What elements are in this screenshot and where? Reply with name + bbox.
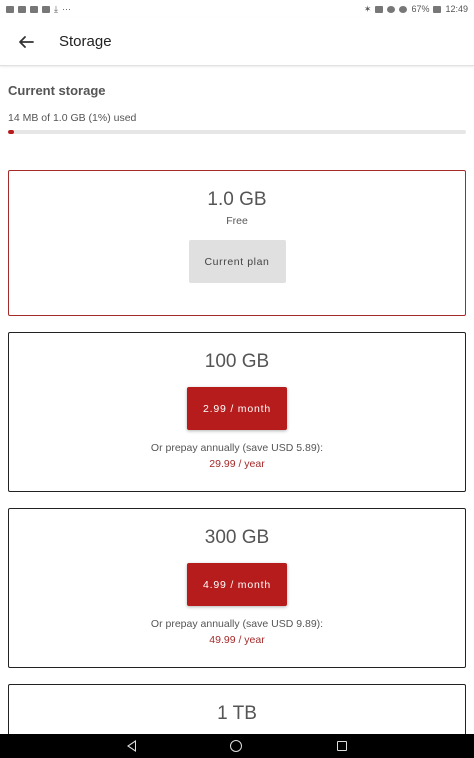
page-title: Storage — [59, 33, 112, 50]
current-plan-button[interactable]: Current plan — [188, 240, 286, 283]
current-storage-heading: Current storage — [8, 83, 106, 98]
storage-usage-text: 14 MB of 1.0 GB (1%) used — [8, 112, 137, 124]
plan-size: 1 TB — [217, 703, 257, 724]
nav-back-icon[interactable] — [127, 740, 137, 752]
plan-subtitle: Free — [226, 215, 248, 227]
back-button[interactable] — [0, 18, 52, 66]
prepay-text: Or prepay annually (save USD 5.89): — [150, 442, 324, 454]
buy-300gb-monthly-button[interactable]: 4.99 / month — [187, 563, 287, 606]
storage-usage-fill — [8, 130, 15, 134]
message-notification-icon — [18, 5, 26, 13]
buy-300gb-yearly-link[interactable]: 49.99 / year — [209, 634, 264, 646]
system-nav-bar — [0, 734, 474, 758]
plan-card-300gb: 300 GB 4.99 / month Or prepay annually (… — [8, 508, 466, 668]
nav-recents-icon[interactable] — [336, 741, 347, 751]
plan-card-1tb: 1 TB — [8, 684, 466, 734]
storage-usage-bar — [8, 130, 466, 134]
status-right: ✶ 67% 12:49 — [364, 4, 468, 15]
battery-percent: 67% — [411, 4, 430, 14]
plan-list: 1.0 GB Free Current plan 100 GB 2.99 / m… — [8, 170, 466, 734]
app-bar: Storage — [0, 18, 474, 66]
twitter-notification-icon — [30, 5, 38, 13]
download-notification-icon: ⤓ — [54, 3, 58, 14]
storage-content[interactable]: Current storage 14 MB of 1.0 GB (1%) use… — [0, 66, 474, 734]
plan-card-100gb: 100 GB 2.99 / month Or prepay annually (… — [8, 332, 466, 492]
vibrate-icon — [375, 5, 384, 13]
prepay-text: Or prepay annually (save USD 9.89): — [150, 618, 324, 630]
status-left: ⤓ ··· — [6, 4, 71, 15]
status-bar: ⤓ ··· ✶ 67% 12:49 — [0, 0, 474, 18]
buy-100gb-monthly-button[interactable]: 2.99 / month — [187, 387, 287, 430]
nav-home-icon[interactable] — [230, 740, 243, 752]
plan-card-1gb: 1.0 GB Free Current plan — [8, 170, 466, 316]
buy-100gb-yearly-link[interactable]: 29.99 / year — [209, 458, 264, 470]
arrow-left-icon — [19, 35, 34, 48]
alarm-icon — [387, 5, 396, 13]
mail-notification-icon — [42, 5, 50, 13]
plan-size: 1.0 GB — [207, 189, 267, 210]
plan-size: 100 GB — [204, 351, 270, 372]
gallery-notification-icon — [6, 5, 14, 13]
plan-size: 300 GB — [204, 527, 270, 548]
more-notifications-indicator: ··· — [61, 4, 71, 14]
wifi-icon — [399, 5, 408, 13]
battery-icon — [433, 5, 442, 13]
clock-time: 12:49 — [445, 4, 468, 14]
bluetooth-icon: ✶ — [363, 3, 372, 14]
